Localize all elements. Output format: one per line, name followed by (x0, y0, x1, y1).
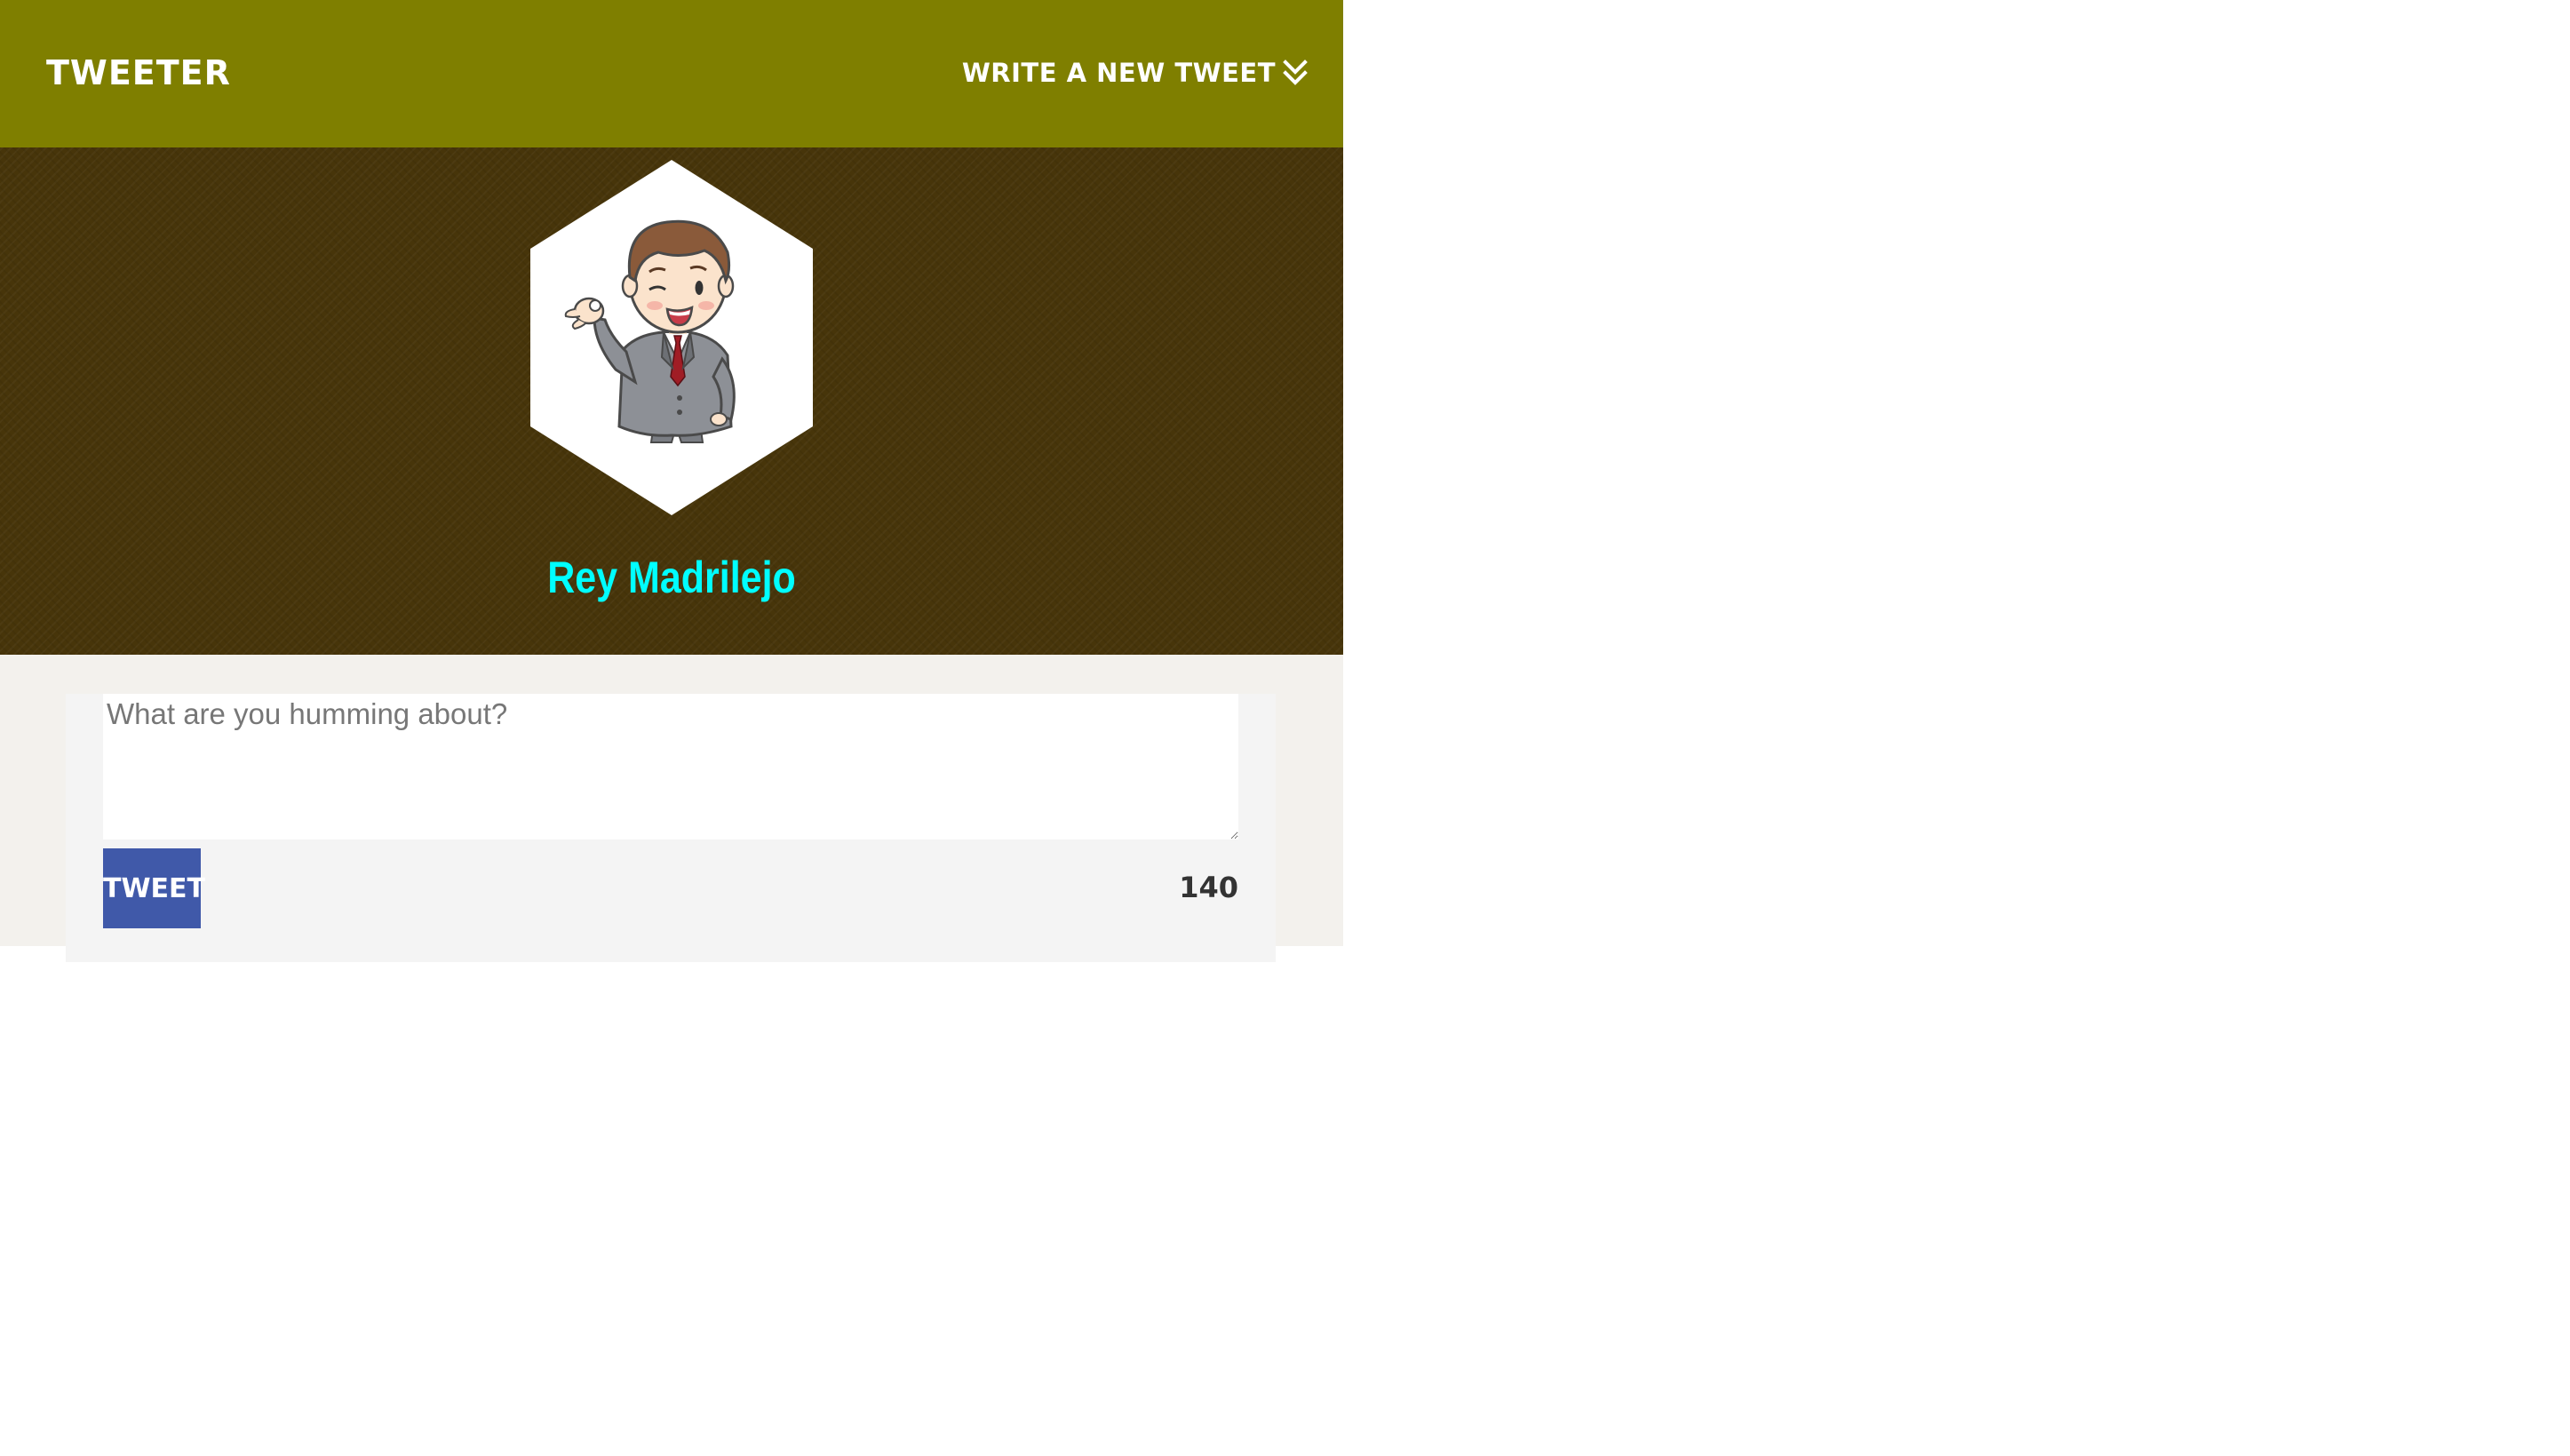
brand-logo[interactable]: TWEETER (46, 44, 231, 101)
app-root: TWEETER WRITE A NEW TWEET Rey Madrilejo … (0, 0, 1343, 962)
tweet-text-input[interactable] (103, 694, 1238, 839)
new-tweet-form: TWEET 140 (66, 694, 1276, 962)
top-nav: TWEETER WRITE A NEW TWEET (0, 0, 1343, 147)
avatar (530, 160, 813, 515)
double-chevron-down-icon (1283, 58, 1308, 88)
cartoon-businessman-avatar (530, 160, 813, 515)
character-counter: 140 (1179, 871, 1238, 904)
profile-name: Rey Madrilejo (547, 553, 796, 602)
tweet-submit-button[interactable]: TWEET (103, 848, 205, 928)
profile-header: Rey Madrilejo (0, 147, 1343, 655)
write-new-tweet-toggle[interactable]: WRITE A NEW TWEET (962, 44, 1308, 101)
write-new-tweet-label: WRITE A NEW TWEET (961, 58, 1276, 88)
new-tweet-section: TWEET 140 (0, 655, 1343, 962)
